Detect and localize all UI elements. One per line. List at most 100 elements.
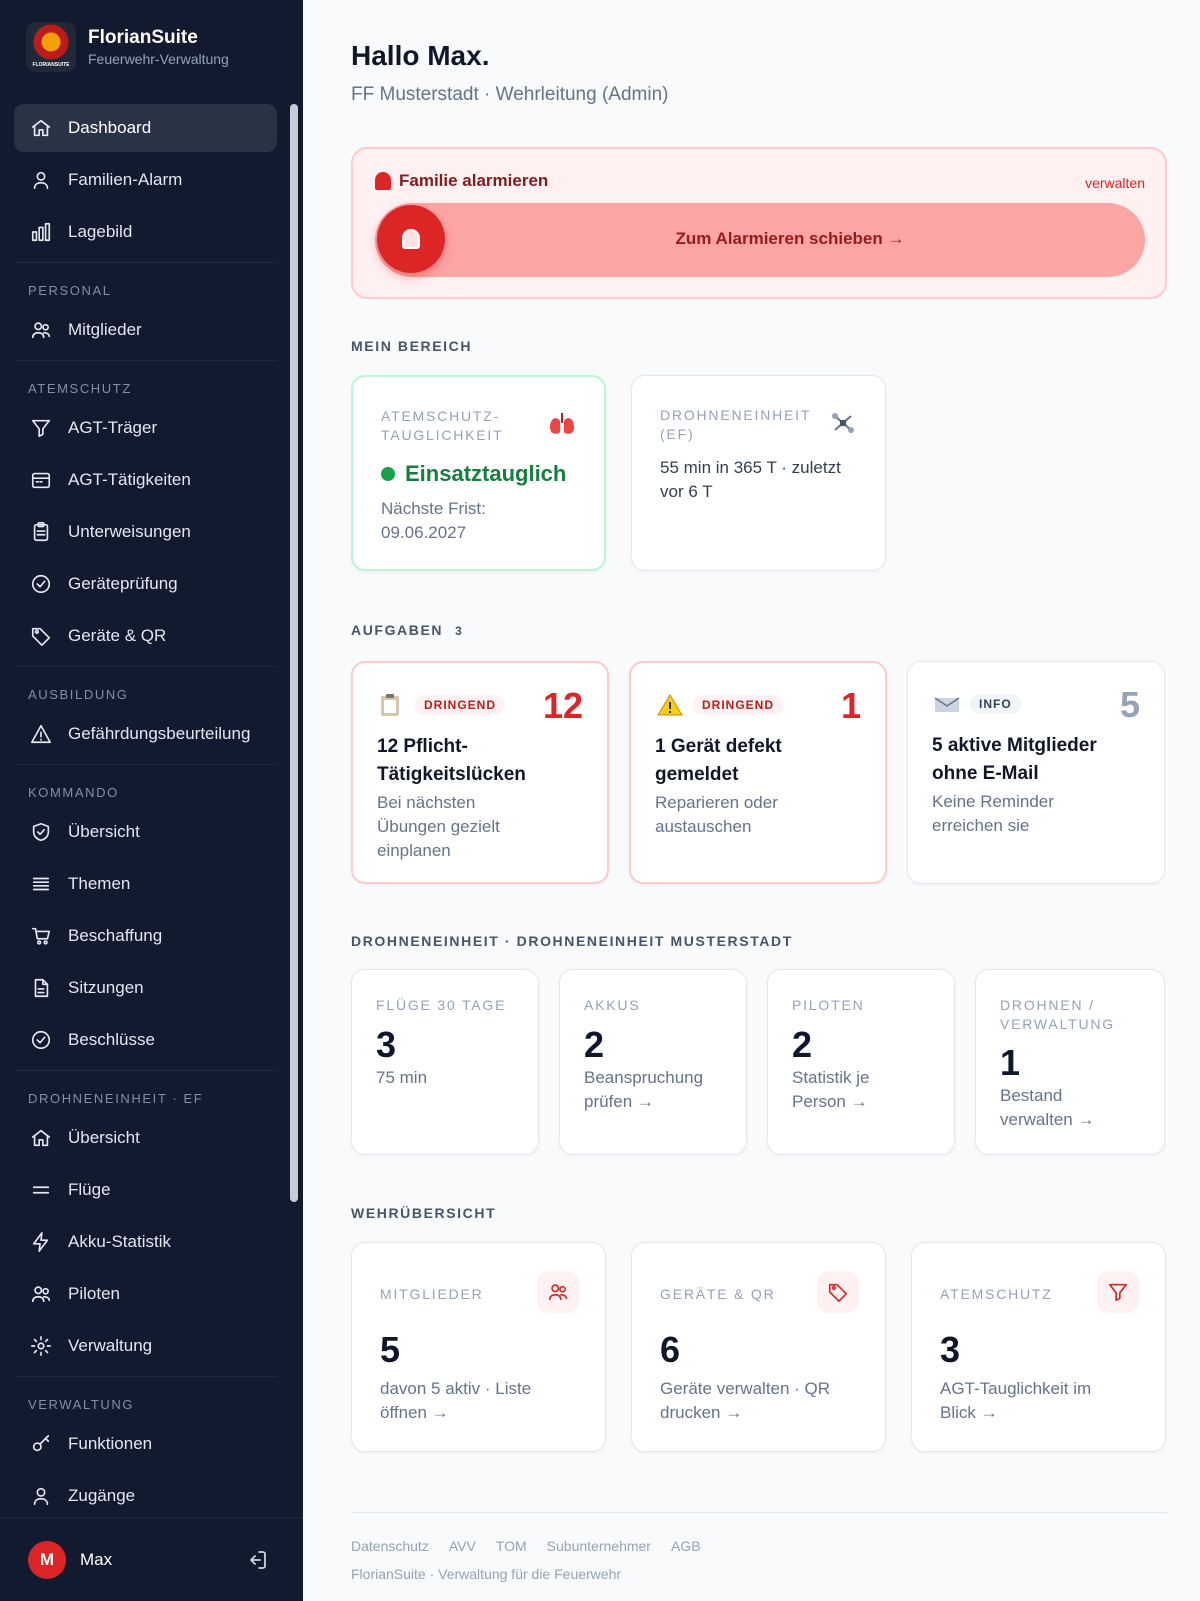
sidebar: FLORIANSUITE FlorianSuite Feuerwehr-Verw…	[0, 0, 303, 1601]
sidebar-item-lagebild[interactable]: Lagebild	[14, 208, 277, 256]
sidebar-item-akku-statistik[interactable]: Akku-Statistik	[14, 1218, 277, 1266]
sidebar-item-familien-alarm[interactable]: Familien-Alarm	[14, 156, 277, 204]
footer-link-avv[interactable]: AVV	[449, 1538, 476, 1554]
nav-section-ausbildung: AUSBILDUNG	[14, 666, 277, 710]
sidebar-item-fluege[interactable]: Flüge	[14, 1166, 277, 1214]
drohneneinheit-card[interactable]: DROHNENEINHEIT (EF) 55 min in 365 T · zu…	[631, 375, 886, 571]
sidebar-scrollbar[interactable]	[290, 104, 298, 1202]
sidebar-item-sitzungen[interactable]: Sitzungen	[14, 964, 277, 1012]
alarm-slider-label: Zum Alarmieren schieben →	[675, 229, 905, 248]
sidebar-item-beschaffung[interactable]: Beschaffung	[14, 912, 277, 960]
section-aufgaben: AUFGABEN 3	[351, 622, 462, 638]
sidebar-item-dashboard[interactable]: Dashboard	[14, 104, 277, 152]
app-tagline: Feuerwehr-Verwaltung	[88, 51, 229, 67]
overview-card-geraete[interactable]: GERÄTE & QR 6 Geräte verwalten · QR druc…	[631, 1242, 886, 1452]
sidebar-item-unterweisungen[interactable]: Unterweisungen	[14, 508, 277, 556]
alarm-manage-link[interactable]: verwalten	[1085, 175, 1145, 191]
tag-icon	[30, 625, 52, 647]
lungs-icon	[550, 413, 574, 434]
key-icon	[30, 1433, 52, 1455]
footer-link-tom[interactable]: TOM	[496, 1538, 527, 1554]
sidebar-item-geraete-qr[interactable]: Geräte & QR	[14, 612, 277, 660]
document-icon	[30, 977, 52, 999]
section-wehruebersicht: WEHRÜBERSICHT	[351, 1205, 497, 1221]
footer-link-agb[interactable]: AGB	[671, 1538, 701, 1554]
shield-check-icon	[30, 821, 52, 843]
clipboard-icon	[381, 694, 399, 716]
footer-link-datenschutz[interactable]: Datenschutz	[351, 1538, 429, 1554]
nav-section-verwaltung: VERWALTUNG	[14, 1376, 277, 1420]
sidebar-item-themen[interactable]: Themen	[14, 860, 277, 908]
footer-links: Datenschutz AVV TOM Subunternehmer AGB	[351, 1538, 721, 1554]
clipboard-icon	[30, 521, 52, 543]
nav-section-kommando: KOMMANDO	[14, 764, 277, 808]
user-bar: M Max	[0, 1517, 303, 1601]
sidebar-item-geraetepruefung[interactable]: Geräteprüfung	[14, 560, 277, 608]
sidebar-item-mitglieder[interactable]: Mitglieder	[14, 306, 277, 354]
page-title: Hallo Max.	[351, 40, 490, 71]
check-circle-icon	[30, 573, 52, 595]
stat-value: 1	[1000, 1042, 1021, 1083]
warning-icon	[30, 723, 52, 745]
task-card[interactable]: INFO 5 5 aktive Mitglieder ohne E-Mail K…	[907, 661, 1165, 884]
logout-icon[interactable]	[245, 1548, 269, 1572]
sidebar-item-drohne-verwaltung[interactable]: Verwaltung	[14, 1322, 277, 1370]
section-drohneneinheit: DROHNENEINHEIT · DROHNENEINHEIT MUSTERST…	[351, 933, 793, 949]
alarm-title: Familie alarmieren	[399, 171, 549, 190]
task-badge: INFO	[970, 694, 1021, 714]
funnel-icon	[30, 417, 52, 439]
sidebar-item-kommando-uebersicht[interactable]: Übersicht	[14, 808, 277, 856]
task-card[interactable]: DRINGEND 1 1 Gerät defekt gemeldet Repar…	[629, 661, 887, 884]
stat-value: 6	[660, 1329, 681, 1370]
funnel-icon	[1097, 1271, 1139, 1313]
drone-stat-card[interactable]: FLÜGE 30 TAGE 3 75 min	[351, 969, 539, 1155]
users-icon	[30, 1283, 52, 1305]
page-subtitle: FF Musterstadt · Wehrleitung (Admin)	[351, 84, 669, 105]
sidebar-item-piloten[interactable]: Piloten	[14, 1270, 277, 1318]
stat-value: 3	[940, 1329, 961, 1370]
tauglichkeit-status: Einsatztauglich	[381, 461, 566, 487]
sidebar-item-agt-taetigkeiten[interactable]: AGT-Tätigkeiten	[14, 456, 277, 504]
list-icon	[30, 873, 52, 895]
stat-value: 2	[792, 1024, 813, 1065]
user-icon	[30, 1485, 52, 1507]
sidebar-item-agt-traeger[interactable]: AGT-Träger	[14, 404, 277, 452]
task-badge: DRINGEND	[415, 695, 506, 715]
footer-tagline: FlorianSuite · Verwaltung für die Feuerw…	[351, 1566, 622, 1582]
sidebar-item-beschluesse[interactable]: Beschlüsse	[14, 1016, 277, 1064]
stat-value: 5	[380, 1329, 401, 1370]
drone-stat-card[interactable]: AKKUS 2 Beanspruchung prüfen →	[559, 969, 747, 1155]
app-name: FlorianSuite	[88, 27, 198, 48]
alarm-slider[interactable]: Zum Alarmieren schieben →	[375, 203, 1145, 277]
footer-link-subunternehmer[interactable]: Subunternehmer	[547, 1538, 651, 1554]
sidebar-item-drohne-uebersicht[interactable]: Übersicht	[14, 1114, 277, 1162]
atemschutz-tauglichkeit-card[interactable]: ATEMSCHUTZ- TAUGLICHKEIT Einsatztauglich…	[351, 375, 606, 571]
sidebar-item-funktionen[interactable]: Funktionen	[14, 1420, 277, 1468]
menu-icon	[30, 1179, 52, 1201]
drone-icon	[832, 413, 854, 433]
warning-icon	[657, 694, 683, 716]
users-icon	[30, 319, 52, 341]
user-icon	[30, 169, 52, 191]
nav-section-personal: PERSONAL	[14, 262, 277, 306]
check-circle-icon	[30, 1029, 52, 1051]
brand[interactable]: FLORIANSUITE FlorianSuite Feuerwehr-Verw…	[26, 22, 229, 72]
siren-icon	[375, 172, 391, 190]
sidebar-item-gefaehrdungsbeurteilung[interactable]: Gefährdungsbeurteilung	[14, 710, 277, 758]
drone-stat-card[interactable]: PILOTEN 2 Statistik je Person →	[767, 969, 955, 1155]
overview-card-mitglieder[interactable]: MITGLIEDER 5 davon 5 aktiv · Liste öffne…	[351, 1242, 606, 1452]
task-card[interactable]: DRINGEND 12 12 Pflicht- Tätigkeitslücken…	[351, 661, 609, 884]
task-badge: DRINGEND	[693, 695, 784, 715]
user-name[interactable]: Max	[80, 1550, 112, 1570]
drone-stat-card[interactable]: DROHNEN / VERWALTUNG 1 Bestand verwalten…	[975, 969, 1165, 1155]
avatar[interactable]: M	[28, 1540, 66, 1579]
footer-divider	[351, 1512, 1167, 1513]
calendar-icon	[30, 469, 52, 491]
bolt-icon	[30, 1231, 52, 1253]
sidebar-item-zugaenge[interactable]: Zugänge	[14, 1472, 277, 1520]
stat-value: 2	[584, 1024, 605, 1065]
section-mein-bereich: MEIN BEREICH	[351, 338, 473, 354]
users-icon	[537, 1271, 579, 1313]
overview-card-atemschutz[interactable]: ATEMSCHUTZ 3 AGT-Tauglichkeit im Blick →	[911, 1242, 1166, 1452]
aufgaben-count: 3	[455, 624, 462, 638]
